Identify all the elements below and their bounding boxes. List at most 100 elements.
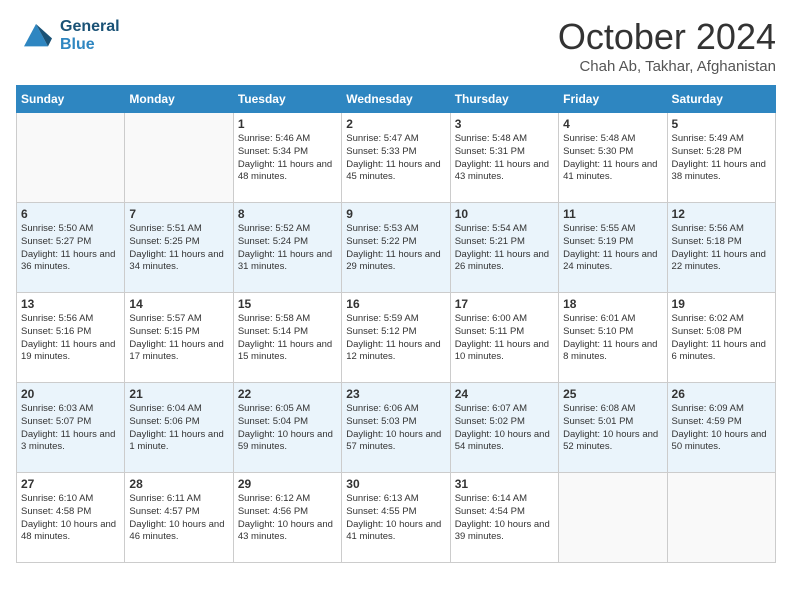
weekday-header-monday: Monday bbox=[125, 86, 233, 113]
day-number: 1 bbox=[238, 117, 337, 131]
day-info: Sunrise: 6:13 AM Sunset: 4:55 PM Dayligh… bbox=[346, 493, 445, 544]
page-header: General Blue October 2024 Chah Ab, Takha… bbox=[16, 16, 776, 75]
day-number: 6 bbox=[21, 207, 120, 221]
day-number: 14 bbox=[129, 297, 228, 311]
day-number: 29 bbox=[238, 477, 337, 491]
day-info: Sunrise: 6:01 AM Sunset: 5:10 PM Dayligh… bbox=[563, 313, 662, 364]
calendar-cell: 26 Sunrise: 6:09 AM Sunset: 4:59 PM Dayli… bbox=[667, 383, 775, 473]
weekday-row: SundayMondayTuesdayWednesdayThursdayFrid… bbox=[17, 86, 776, 113]
day-number: 13 bbox=[21, 297, 120, 311]
day-number: 19 bbox=[672, 297, 771, 311]
weekday-header-saturday: Saturday bbox=[667, 86, 775, 113]
day-info: Sunrise: 6:12 AM Sunset: 4:56 PM Dayligh… bbox=[238, 493, 337, 544]
calendar-cell: 13 Sunrise: 5:56 AM Sunset: 5:16 PM Dayli… bbox=[17, 293, 125, 383]
calendar-cell: 8 Sunrise: 5:52 AM Sunset: 5:24 PM Daylig… bbox=[233, 203, 341, 293]
day-number: 23 bbox=[346, 387, 445, 401]
calendar-cell: 28 Sunrise: 6:11 AM Sunset: 4:57 PM Dayli… bbox=[125, 473, 233, 563]
calendar-cell bbox=[17, 113, 125, 203]
day-info: Sunrise: 5:57 AM Sunset: 5:15 PM Dayligh… bbox=[129, 313, 228, 364]
day-info: Sunrise: 6:06 AM Sunset: 5:03 PM Dayligh… bbox=[346, 403, 445, 454]
weekday-header-tuesday: Tuesday bbox=[233, 86, 341, 113]
calendar-cell: 2 Sunrise: 5:47 AM Sunset: 5:33 PM Daylig… bbox=[342, 113, 450, 203]
day-number: 31 bbox=[455, 477, 554, 491]
day-info: Sunrise: 6:07 AM Sunset: 5:02 PM Dayligh… bbox=[455, 403, 554, 454]
calendar-cell: 11 Sunrise: 5:55 AM Sunset: 5:19 PM Dayli… bbox=[559, 203, 667, 293]
logo: General Blue bbox=[16, 16, 120, 56]
day-number: 2 bbox=[346, 117, 445, 131]
weekday-header-sunday: Sunday bbox=[17, 86, 125, 113]
calendar-cell: 27 Sunrise: 6:10 AM Sunset: 4:58 PM Dayli… bbox=[17, 473, 125, 563]
calendar-cell bbox=[559, 473, 667, 563]
logo-general-text: General bbox=[60, 18, 120, 36]
title-block: October 2024 Chah Ab, Takhar, Afghanista… bbox=[558, 16, 776, 75]
day-info: Sunrise: 6:08 AM Sunset: 5:01 PM Dayligh… bbox=[563, 403, 662, 454]
week-row-4: 20Sunrise: 6:03 AM Sunset: 5:07 PM Dayli… bbox=[17, 383, 776, 473]
weekday-header-wednesday: Wednesday bbox=[342, 86, 450, 113]
calendar-body: 1 Sunrise: 5:46 AM Sunset: 5:34 PM Daylig… bbox=[17, 113, 776, 563]
day-number: 25 bbox=[563, 387, 662, 401]
day-info: Sunrise: 5:48 AM Sunset: 5:30 PM Dayligh… bbox=[563, 133, 662, 184]
day-info: Sunrise: 5:52 AM Sunset: 5:24 PM Dayligh… bbox=[238, 223, 337, 274]
day-number: 30 bbox=[346, 477, 445, 491]
day-number: 16 bbox=[346, 297, 445, 311]
day-info: Sunrise: 5:59 AM Sunset: 5:12 PM Dayligh… bbox=[346, 313, 445, 364]
week-row-3: 13 Sunrise: 5:56 AM Sunset: 5:16 PM Dayli… bbox=[17, 293, 776, 383]
weekday-header-thursday: Thursday bbox=[450, 86, 558, 113]
calendar-cell: 25 Sunrise: 6:08 AM Sunset: 5:01 PM Dayli… bbox=[559, 383, 667, 473]
day-number: 24 bbox=[455, 387, 554, 401]
day-info: Sunrise: 6:05 AM Sunset: 5:04 PM Dayligh… bbox=[238, 403, 337, 454]
day-info: Sunrise: 6:11 AM Sunset: 4:57 PM Dayligh… bbox=[129, 493, 228, 544]
day-number: 8 bbox=[238, 207, 337, 221]
month-title: October 2024 bbox=[558, 16, 776, 58]
calendar-cell bbox=[667, 473, 775, 563]
day-number: 3 bbox=[455, 117, 554, 131]
day-info: Sunrise: 6:00 AM Sunset: 5:11 PM Dayligh… bbox=[455, 313, 554, 364]
day-info: Sunrise: 5:49 AM Sunset: 5:28 PM Dayligh… bbox=[672, 133, 771, 184]
day-info: Sunrise: 6:04 AM Sunset: 5:06 PM Dayligh… bbox=[129, 403, 228, 454]
calendar-cell: 14 Sunrise: 5:57 AM Sunset: 5:15 PM Dayli… bbox=[125, 293, 233, 383]
calendar-cell: 5 Sunrise: 5:49 AM Sunset: 5:28 PM Daylig… bbox=[667, 113, 775, 203]
day-number: 18 bbox=[563, 297, 662, 311]
day-number: 10 bbox=[455, 207, 554, 221]
day-number: 12 bbox=[672, 207, 771, 221]
calendar-cell: 16 Sunrise: 5:59 AM Sunset: 5:12 PM Dayli… bbox=[342, 293, 450, 383]
day-number: 15 bbox=[238, 297, 337, 311]
day-info: Sunrise: 5:55 AM Sunset: 5:19 PM Dayligh… bbox=[563, 223, 662, 274]
day-number: 7 bbox=[129, 207, 228, 221]
calendar-cell: 9 Sunrise: 5:53 AM Sunset: 5:22 PM Daylig… bbox=[342, 203, 450, 293]
weekday-header-friday: Friday bbox=[559, 86, 667, 113]
week-row-1: 1 Sunrise: 5:46 AM Sunset: 5:34 PM Daylig… bbox=[17, 113, 776, 203]
day-info: Sunrise: 5:46 AM Sunset: 5:34 PM Dayligh… bbox=[238, 133, 337, 184]
calendar-cell: 15Sunrise: 5:58 AM Sunset: 5:14 PM Dayli… bbox=[233, 293, 341, 383]
calendar-cell: 30 Sunrise: 6:13 AM Sunset: 4:55 PM Dayli… bbox=[342, 473, 450, 563]
calendar-cell: 12 Sunrise: 5:56 AM Sunset: 5:18 PM Dayli… bbox=[667, 203, 775, 293]
calendar-table: SundayMondayTuesdayWednesdayThursdayFrid… bbox=[16, 85, 776, 563]
day-number: 11 bbox=[563, 207, 662, 221]
week-row-2: 6Sunrise: 5:50 AM Sunset: 5:27 PM Daylig… bbox=[17, 203, 776, 293]
logo-icon bbox=[16, 16, 56, 56]
day-info: Sunrise: 5:56 AM Sunset: 5:18 PM Dayligh… bbox=[672, 223, 771, 274]
day-info: Sunrise: 6:10 AM Sunset: 4:58 PM Dayligh… bbox=[21, 493, 120, 544]
day-info: Sunrise: 6:09 AM Sunset: 4:59 PM Dayligh… bbox=[672, 403, 771, 454]
calendar-cell: 18 Sunrise: 6:01 AM Sunset: 5:10 PM Dayli… bbox=[559, 293, 667, 383]
calendar-cell: 23 Sunrise: 6:06 AM Sunset: 5:03 PM Dayli… bbox=[342, 383, 450, 473]
day-number: 21 bbox=[129, 387, 228, 401]
calendar-cell: 21 Sunrise: 6:04 AM Sunset: 5:06 PM Dayli… bbox=[125, 383, 233, 473]
day-number: 5 bbox=[672, 117, 771, 131]
day-number: 28 bbox=[129, 477, 228, 491]
calendar-cell: 4Sunrise: 5:48 AM Sunset: 5:30 PM Daylig… bbox=[559, 113, 667, 203]
location: Chah Ab, Takhar, Afghanistan bbox=[558, 58, 776, 75]
day-number: 9 bbox=[346, 207, 445, 221]
calendar-cell: 3Sunrise: 5:48 AM Sunset: 5:31 PM Daylig… bbox=[450, 113, 558, 203]
day-info: Sunrise: 5:54 AM Sunset: 5:21 PM Dayligh… bbox=[455, 223, 554, 274]
day-info: Sunrise: 5:56 AM Sunset: 5:16 PM Dayligh… bbox=[21, 313, 120, 364]
day-number: 27 bbox=[21, 477, 120, 491]
calendar-cell: 7 Sunrise: 5:51 AM Sunset: 5:25 PM Daylig… bbox=[125, 203, 233, 293]
day-info: Sunrise: 5:53 AM Sunset: 5:22 PM Dayligh… bbox=[346, 223, 445, 274]
day-number: 17 bbox=[455, 297, 554, 311]
day-number: 26 bbox=[672, 387, 771, 401]
calendar-cell: 20Sunrise: 6:03 AM Sunset: 5:07 PM Dayli… bbox=[17, 383, 125, 473]
day-info: Sunrise: 5:51 AM Sunset: 5:25 PM Dayligh… bbox=[129, 223, 228, 274]
day-info: Sunrise: 6:02 AM Sunset: 5:08 PM Dayligh… bbox=[672, 313, 771, 364]
day-info: Sunrise: 5:47 AM Sunset: 5:33 PM Dayligh… bbox=[346, 133, 445, 184]
